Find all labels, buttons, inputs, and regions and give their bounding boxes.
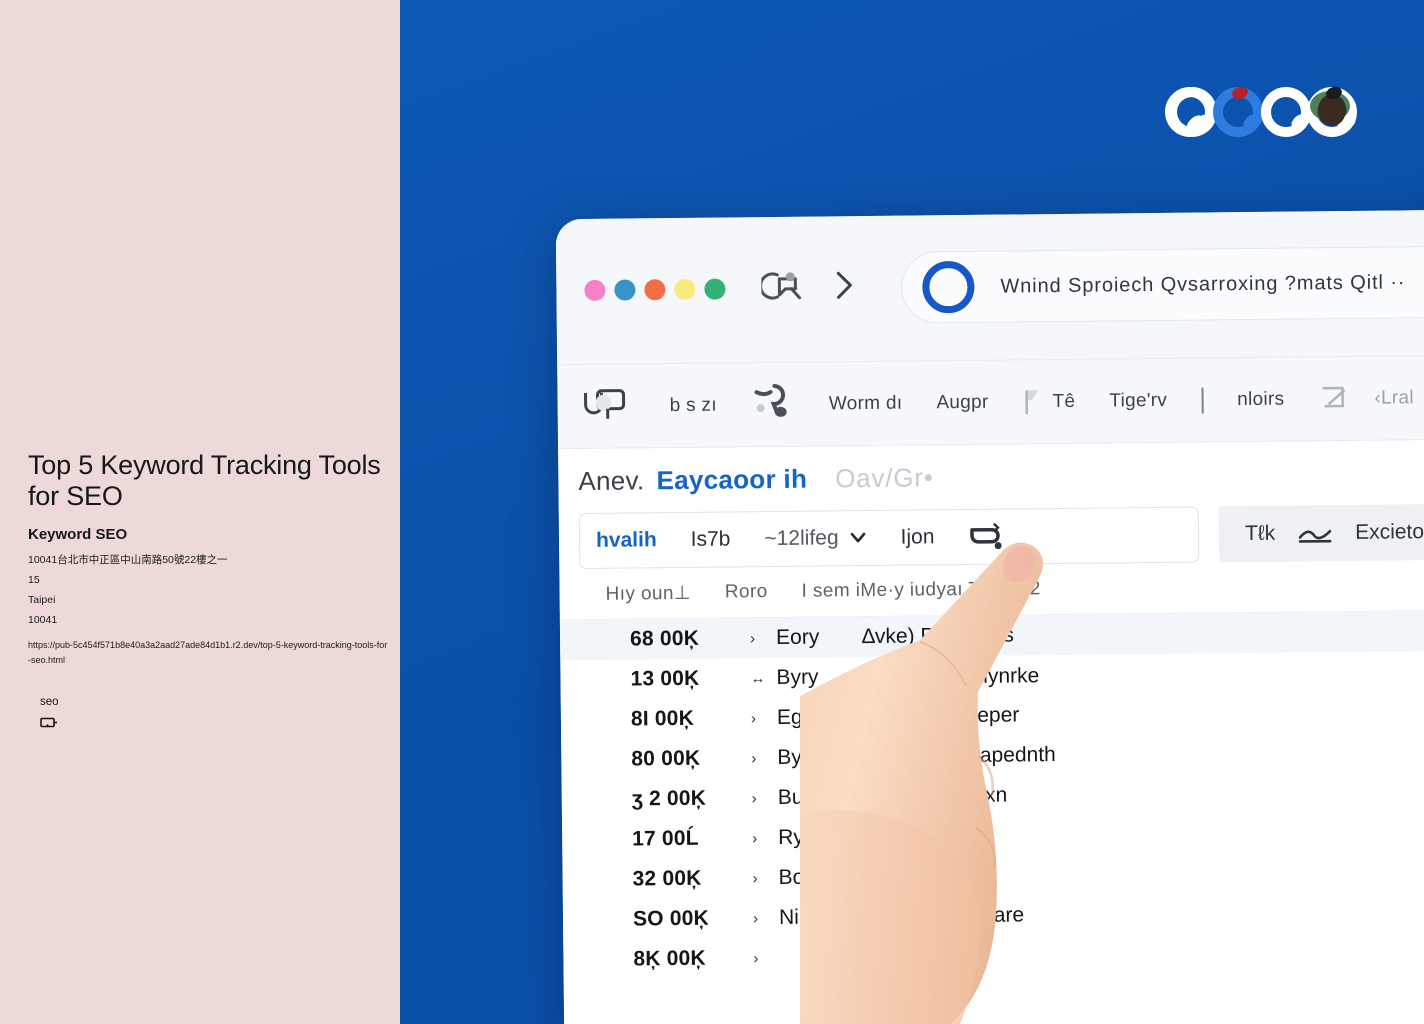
left-info-panel: Top 5 Keyword Tracking Tools for SEO Key…	[0, 0, 400, 1024]
browser-window: Wnind Sproiech Qvsarroxing ?mats Qitl ··…	[555, 208, 1424, 1024]
row-volume: 8Ķ 00Ķ	[633, 946, 706, 971]
site-circle-icon	[922, 260, 975, 314]
toolbar-divider	[1201, 386, 1204, 414]
address-line-1: 10041台北市中正區中山南路50號22樓之一	[28, 554, 228, 566]
toolbar-item-nloirs[interactable]: nloirs	[1237, 388, 1284, 410]
row-description: Ddlywo	[864, 824, 934, 849]
row-volume: 13 00Ķ	[630, 666, 700, 691]
row-volume: 68 00Ķ	[629, 626, 700, 651]
toolbar-item-bszi[interactable]: b s zı	[670, 394, 717, 416]
toolbar-item-logo[interactable]	[577, 382, 635, 430]
dot-green[interactable]	[704, 278, 726, 300]
row-keyword	[779, 957, 865, 958]
col-header-desc[interactable]: I sem iMe·y iudyaı T003b 2	[802, 578, 1041, 603]
row-trend-arrow: ›	[753, 949, 759, 967]
row-trend-arrow: ›	[752, 829, 758, 847]
toolbar-item-te[interactable]: Tê	[1022, 385, 1075, 418]
page-content: Anev. Eaycaoor ih Oav/Gr• hvalih Is7b ~1…	[558, 438, 1424, 1024]
row-volume: ʒ 2 00Ķ	[631, 786, 707, 811]
brand-logo	[1165, 86, 1357, 137]
toolbar-item-mark[interactable]	[751, 382, 795, 427]
filter-item-2[interactable]: Is7b	[691, 527, 731, 551]
source-url[interactable]: https://pub-5c454f571b8e40a3a2aad27ade84…	[28, 638, 388, 668]
browser-toolbar: b s zı Worm dı Augpr Tê Tige'rv nloirs ‹…	[557, 353, 1424, 450]
address-postcode: 10041	[28, 614, 58, 626]
window-controls	[584, 278, 726, 301]
heading-gray: Oav/Gr•	[835, 461, 934, 493]
row-description: OhrepemsTurare	[864, 903, 1025, 929]
address-bar-value[interactable]: Wnind Sproiech Qvsarroxing ?mats Qitl ··	[1000, 271, 1405, 298]
toolbar-item-wormdi[interactable]: Worm dı	[829, 392, 903, 415]
row-trend-arrow: ›	[751, 789, 757, 807]
dot-yellow[interactable]	[674, 278, 696, 301]
row-keyword: Bury	[777, 785, 822, 809]
col-header-volume[interactable]: Hıy oun⊥	[605, 581, 690, 605]
heading-blue[interactable]: Eaycaoor ih	[656, 463, 807, 496]
row-description: Cllarsinal LJeper	[862, 703, 1020, 729]
row-volume: 32 00Ķ	[632, 866, 702, 891]
cart-icon[interactable]	[968, 520, 1010, 554]
row-volume: 80 00Ķ	[631, 746, 701, 771]
blue-backdrop: Wnind Sproiech Qvsarroxing ?mats Qitl ··…	[400, 0, 1424, 1024]
dot-blue[interactable]	[614, 279, 636, 301]
row-keyword: Bory	[778, 865, 822, 889]
row-keyword: Eory	[775, 625, 820, 649]
back-bubble-icon[interactable]	[761, 269, 805, 303]
row-trend-arrow: ›	[752, 909, 759, 927]
tag-label[interactable]: seo	[40, 695, 59, 709]
row-keyword: Rylх	[778, 825, 820, 849]
row-volume: SO 00Ķ	[632, 906, 710, 931]
row-keyword: Bylх	[777, 745, 818, 769]
frame-icon	[1322, 386, 1346, 407]
tag-icon	[40, 717, 57, 728]
results-table: 68 00Ķ › Eory ∆vke) RuCroves 13 00Ķ ↔ By…	[559, 609, 1424, 980]
filter-bar: hvalih Is7b ~12lifeg Ijon	[578, 506, 1200, 570]
row-trend-arrow: ›	[749, 629, 756, 647]
chevron-down-icon	[850, 532, 865, 543]
content-heading: Anev. Eaycaoor ih Oav/Gr•	[558, 439, 1424, 513]
row-trend-arrow: ›	[750, 709, 757, 727]
right-pane-label-1[interactable]: Tℓk	[1245, 522, 1275, 546]
scribble-icon	[754, 383, 787, 417]
right-pane-label-2[interactable]: Excietonı	[1355, 520, 1424, 545]
toolbar-item-tigenv[interactable]: Tige'rv	[1109, 389, 1167, 412]
row-trend-arrow: ›	[752, 869, 758, 887]
address-bar[interactable]: Wnind Sproiech Qvsarroxing ?mats Qitl ··	[901, 244, 1424, 324]
browser-chrome-bar: Wnind Sproiech Qvsarroxing ?mats Qitl ··	[555, 208, 1424, 365]
page-title: Top 5 Keyword Tracking Tools for SEO	[28, 450, 381, 511]
heading-dark: Anev.	[578, 464, 645, 496]
screenshot-root: Top 5 Keyword Tracking Tools for SEO Key…	[0, 0, 1424, 1024]
flag-icon	[1025, 389, 1039, 414]
chevron-right-icon[interactable]	[833, 269, 855, 301]
tag-group: seo	[40, 695, 59, 728]
row-description: Cıqne␣lo ptolynrke	[862, 663, 1040, 689]
toolbar-item-augpr[interactable]: Augpr	[936, 391, 988, 414]
nav-icon-group	[761, 268, 855, 303]
filter-tab-active[interactable]: hvalih	[596, 528, 657, 553]
glyph-logo-icon	[584, 389, 626, 419]
filter-item-3[interactable]: ~12lifeg	[764, 526, 866, 551]
row-volume: 17 00Ĺ	[632, 826, 699, 851]
row-keyword: Egry	[776, 705, 821, 729]
row-trend-arrow: ↔	[750, 669, 766, 687]
wave-icon	[1298, 529, 1332, 543]
address-city: Taipei	[28, 594, 56, 606]
address-line-2: 15	[28, 574, 40, 586]
row-description: Ponw□.Caurapednth	[863, 743, 1056, 769]
right-side-panel: Tℓk Excietonı	[1218, 502, 1424, 563]
filter-item-4[interactable]: Ijon	[900, 525, 934, 549]
dot-orange[interactable]	[644, 279, 666, 301]
table-column-headers: Hıy oun⊥ Roro I sem iMe·y iudyaı T003b 2	[559, 558, 1424, 621]
row-description: ∆vke) RuCroves	[861, 623, 1014, 649]
row-keyword: Nilly	[778, 905, 819, 929]
page-subtitle: Keyword SEO	[28, 526, 128, 543]
toolbar-item-klral[interactable]: ‹Lral	[1318, 380, 1424, 416]
row-keyword: Byry	[776, 665, 819, 689]
dot-pink[interactable]	[584, 279, 606, 301]
col-header-roro[interactable]: Roro	[725, 581, 768, 603]
row-volume: 8I 00Ķ	[630, 706, 695, 731]
row-description: Eowerave	[864, 864, 959, 889]
row-trend-arrow: ›	[751, 749, 757, 767]
row-description: Єhalfowigrosxn	[863, 783, 1008, 809]
